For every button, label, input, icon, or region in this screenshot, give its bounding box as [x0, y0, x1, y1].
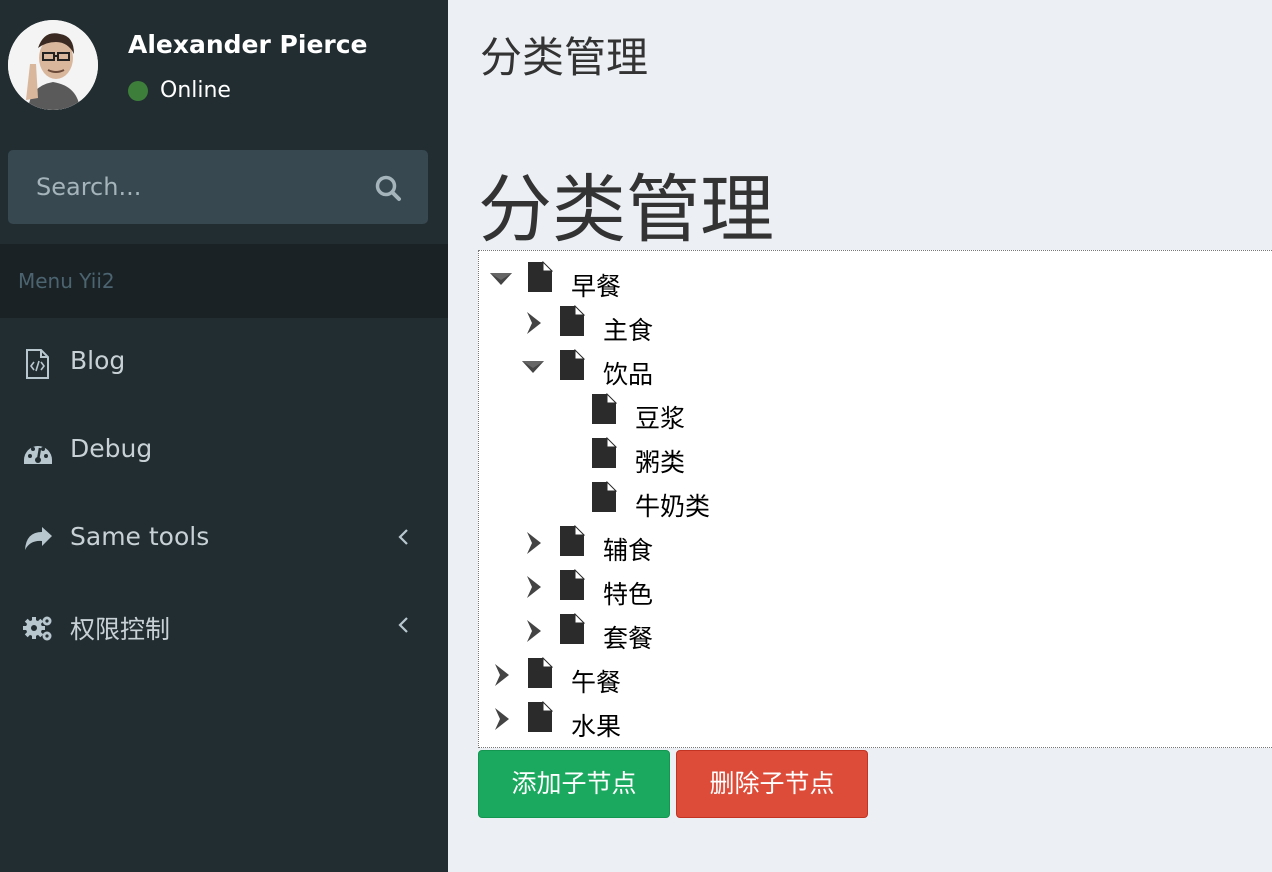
file-icon	[559, 348, 586, 381]
tree-node-label[interactable]: 特色	[603, 575, 653, 611]
caret-right-icon[interactable]	[523, 619, 547, 643]
user-panel: Alexander Pierce Online	[0, 0, 448, 130]
sidebar-item-label: Same tools	[70, 522, 210, 551]
caret-down-icon[interactable]	[489, 267, 513, 291]
search-input[interactable]	[8, 150, 358, 224]
sidebar-item-label: Blog	[70, 346, 126, 375]
user-name: Alexander Pierce	[128, 30, 368, 59]
caret-right-icon[interactable]	[491, 663, 515, 687]
search-icon[interactable]	[372, 172, 406, 206]
tree-node-label[interactable]: 水果	[571, 707, 621, 743]
file-icon	[527, 260, 554, 293]
file-icon	[559, 304, 586, 337]
add-child-node-button[interactable]: 添加子节点	[478, 750, 670, 818]
file-code-icon	[22, 348, 54, 379]
category-tree: 早餐 主食 饮品 豆浆 粥类 牛奶类 辅食 特色 套餐 午餐 水果	[478, 250, 1272, 748]
caret-right-icon[interactable]	[523, 575, 547, 599]
file-icon	[527, 656, 554, 689]
tree-node-label[interactable]: 牛奶类	[635, 487, 710, 523]
file-icon	[591, 436, 618, 469]
delete-child-node-button[interactable]: 删除子节点	[676, 750, 868, 818]
chevron-left-icon[interactable]	[394, 524, 414, 550]
page-title: 分类管理	[480, 33, 649, 82]
tree-node-label[interactable]: 午餐	[571, 663, 621, 699]
file-icon	[559, 612, 586, 645]
file-icon	[559, 568, 586, 601]
caret-right-icon[interactable]	[491, 707, 515, 731]
share-icon	[22, 524, 54, 554]
file-icon	[527, 700, 554, 733]
caret-right-icon[interactable]	[523, 531, 547, 555]
menu-header: Menu Yii2	[0, 244, 448, 318]
dashboard-icon	[22, 436, 54, 466]
sidebar-search	[8, 150, 428, 224]
tree-node-label[interactable]: 豆浆	[635, 399, 685, 435]
file-icon	[591, 480, 618, 513]
sidebar-item-same-tools[interactable]: Same tools	[0, 494, 448, 582]
chevron-left-icon[interactable]	[394, 612, 414, 638]
tree-node-label[interactable]: 主食	[603, 311, 653, 347]
tree-node-label[interactable]: 套餐	[603, 619, 653, 655]
user-status: Online	[128, 78, 231, 103]
caret-right-icon[interactable]	[523, 311, 547, 335]
sidebar-item-label: 权限控制	[70, 615, 171, 644]
caret-down-icon[interactable]	[521, 355, 545, 379]
file-icon	[591, 392, 618, 425]
sidebar: Alexander Pierce Online Menu Yii2 Blog	[0, 0, 448, 872]
sidebar-item-blog[interactable]: Blog	[0, 318, 448, 406]
avatar[interactable]	[8, 20, 98, 110]
file-icon	[559, 524, 586, 557]
sidebar-item-permissions[interactable]: 权限控制	[0, 582, 448, 670]
tree-node-label[interactable]: 粥类	[635, 443, 685, 479]
tree-node-label[interactable]: 饮品	[603, 355, 653, 391]
online-status-icon	[128, 80, 148, 101]
sidebar-item-label: Debug	[70, 434, 153, 463]
user-status-label: Online	[160, 78, 231, 103]
section-title: 分类管理	[478, 167, 774, 253]
tree-node-label[interactable]: 早餐	[571, 267, 621, 303]
tree-node-label[interactable]: 辅食	[603, 531, 653, 567]
sidebar-item-debug[interactable]: Debug	[0, 406, 448, 494]
gears-icon	[22, 612, 54, 642]
